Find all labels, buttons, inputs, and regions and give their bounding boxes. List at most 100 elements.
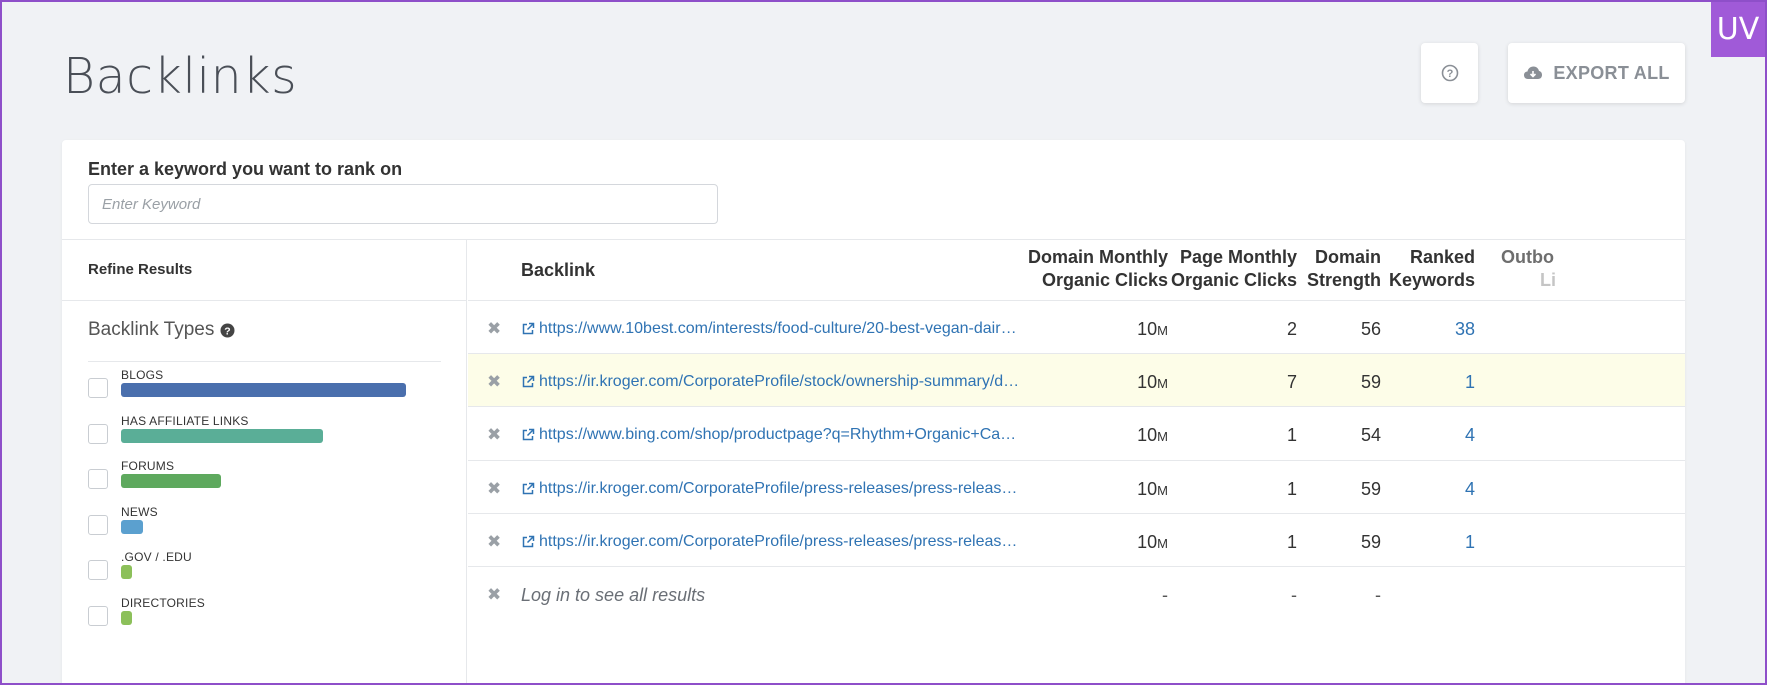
filter-share-bar [121,610,132,625]
domain-clicks-unit: M [1157,323,1168,338]
page-clicks-cell: - [1291,585,1297,605]
backlink-url-text: https://www.bing.com/shop/productpage?q=… [539,426,1021,444]
header-line: Ranked [1409,247,1475,267]
login-prompt-text[interactable]: Log in to see all results [521,585,705,606]
backlink-url[interactable]: https://www.bing.com/shop/productpage?q=… [521,426,1021,444]
domain-clicks-value: 10 [1137,372,1158,393]
header-line: Domain Monthly [1028,247,1168,267]
page-clicks-cell: 1 [1286,425,1297,446]
domain-clicks-unit: M [1157,429,1168,445]
domain-clicks-cell: 10M [998,479,1168,500]
filter-checkbox[interactable] [88,423,108,444]
backlinks-table: Backlink Domain Monthly Organic Clicks P… [468,240,1685,685]
header-line: Domain [1314,247,1381,267]
filter-label: FORUMS [121,459,175,473]
column-header-page-clicks[interactable]: Page Monthly Organic Clicks [1168,246,1297,306]
backlink-url-text: https://ir.kroger.com/CorporateProfile/p… [539,532,1021,550]
page-clicks-cell: 2 [1286,319,1297,339]
domain-strength-cell: 59 [1360,372,1381,393]
backlink-url[interactable]: https://www.10best.com/interests/food-cu… [521,320,1021,338]
backlink-url[interactable]: https://ir.kroger.com/CorporateProfile/p… [521,533,1021,551]
filter-checkbox[interactable] [88,605,108,626]
help-button[interactable]: ? [1421,43,1478,103]
table-row: ✖ https://ir.kroger.com/CorporateProfile/… [468,461,1685,514]
domain-clicks-value: 10 [1137,425,1158,446]
domain-clicks-cell: 10M [998,319,1168,340]
domain-clicks-unit: M [1157,482,1168,498]
domain-strength-cell: - [1375,585,1381,605]
filter-share-bar [121,519,143,534]
filter-share-bar [121,474,221,488]
domain-clicks-cell: - [1162,585,1168,605]
keyword-label: Enter a keyword you want to rank on [88,159,403,179]
backlink-url[interactable]: https://ir.kroger.com/CorporateProfile/s… [521,373,1021,391]
external-link-icon [522,535,535,548]
external-link-icon [522,322,535,335]
domain-clicks-unit: M [1157,376,1168,392]
domain-clicks-cell: 10M [998,425,1168,446]
table-row: ✖ https://www.bing.com/shop/productpage?q… [468,407,1685,461]
page-clicks-cell: 7 [1286,372,1297,393]
header-line: Organic Clicks [1170,270,1297,290]
backlink-type-filter[interactable]: HAS AFFILIATE LINKS [88,414,448,460]
header-line: Outbo [1501,247,1554,267]
external-link-icon [522,429,535,441]
remove-icon[interactable]: ✖ [487,319,501,339]
domain-clicks-value: 10 [1137,531,1158,552]
ranked-keywords-link[interactable]: 4 [1381,479,1475,500]
remove-icon[interactable]: ✖ [487,372,501,392]
table-row: ✖ https://ir.kroger.com/CorporateProfile/… [468,514,1685,567]
uv-badge[interactable]: UV [1711,2,1765,57]
backlink-url-text: https://www.10best.com/interests/food-cu… [539,320,1021,337]
filter-share-bar [121,383,406,397]
refine-sidebar: Refine Results Backlink Types ? BLOGS HAS… [62,240,467,685]
question-circle-icon[interactable]: ? [220,323,235,338]
domain-strength-cell: 56 [1360,319,1381,339]
header-line: Page Monthly [1179,247,1297,267]
backlink-type-filter[interactable]: FORUMS [88,459,448,505]
column-header-domain-strength[interactable]: Domain Strength [1297,246,1381,306]
header-line: Li [1540,270,1556,290]
column-header-ranked-keywords[interactable]: Ranked Keywords [1381,246,1475,306]
keyword-input[interactable] [88,184,718,224]
column-header-outbound-links[interactable]: Outbo Li [1501,246,1561,306]
filter-checkbox[interactable] [88,514,108,535]
filter-checkbox[interactable] [88,378,108,398]
remove-icon[interactable]: ✖ [487,532,501,552]
login-prompt-row: ✖ Log in to see all results - - - [468,567,1685,620]
filter-checkbox[interactable] [88,469,108,489]
cloud-download-icon [1524,66,1543,79]
ranked-keywords-link[interactable]: 1 [1381,372,1475,393]
filter-checkbox[interactable] [88,560,108,580]
backlink-url-text: https://ir.kroger.com/CorporateProfile/p… [539,479,1021,497]
question-circle-icon: ? [1441,64,1458,82]
backlink-type-filter[interactable]: BLOGS [88,368,448,414]
divider [62,300,467,301]
filter-label: NEWS [121,504,158,519]
page-clicks-cell: 1 [1286,531,1297,552]
remove-icon: ✖ [487,585,502,604]
column-header-domain-clicks[interactable]: Domain Monthly Organic Clicks [998,246,1168,306]
external-link-icon [522,375,535,388]
backlinks-card: Enter a keyword you want to rank on Refi… [62,140,1685,685]
filter-label: HAS AFFILIATE LINKS [121,413,249,428]
ranked-keywords-link[interactable]: 38 [1381,319,1475,340]
export-all-button[interactable]: EXPORT ALL [1508,43,1685,103]
domain-clicks-value: 10 [1137,319,1158,339]
external-link-icon [522,482,535,494]
domain-strength-cell: 59 [1360,531,1381,552]
filter-share-bar [121,565,132,579]
backlink-url[interactable]: https://ir.kroger.com/CorporateProfile/p… [521,480,1021,498]
filter-label: .GOV / .EDU [121,550,192,564]
remove-icon[interactable]: ✖ [487,425,501,445]
backlink-type-filter[interactable]: NEWS [88,505,448,551]
ranked-keywords-link[interactable]: 1 [1381,532,1475,553]
backlink-type-filter[interactable]: .GOV / .EDU [88,550,448,596]
header-line: Organic Clicks [1041,270,1168,290]
domain-clicks-cell: 10M [998,372,1168,393]
filter-label: DIRECTORIES [121,595,205,610]
remove-icon[interactable]: ✖ [487,479,501,499]
domain-strength-cell: 54 [1360,425,1381,446]
ranked-keywords-link[interactable]: 4 [1381,425,1475,446]
backlink-type-filter[interactable]: DIRECTORIES [88,596,448,642]
